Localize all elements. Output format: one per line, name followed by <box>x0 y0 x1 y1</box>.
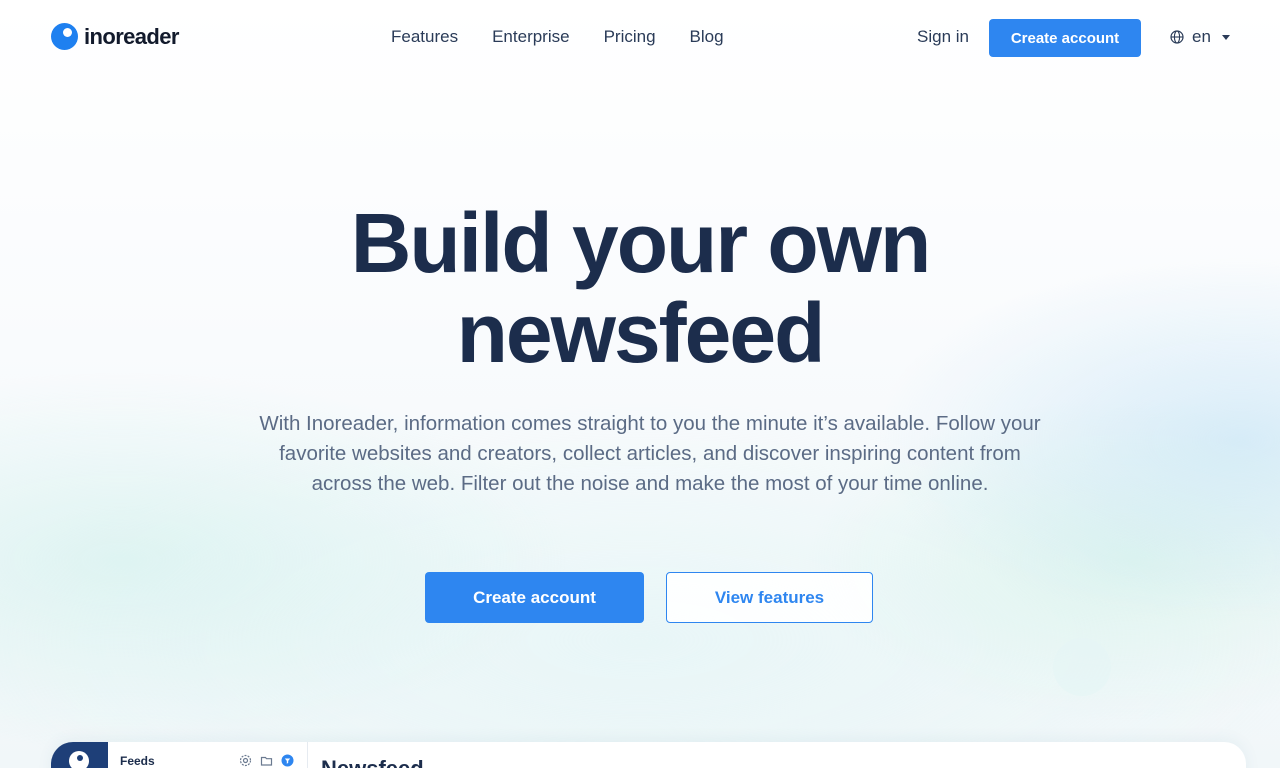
create-account-header-button[interactable]: Create account <box>989 19 1141 57</box>
nav-enterprise[interactable]: Enterprise <box>492 27 569 47</box>
inoreader-logo-icon <box>69 751 89 768</box>
create-account-button[interactable]: Create account <box>425 572 644 623</box>
nav-features[interactable]: Features <box>391 27 458 47</box>
decorative-bubble <box>1053 638 1111 696</box>
settings-icon <box>239 754 252 768</box>
app-preview: Feeds Newsfeed <box>51 742 1246 768</box>
filter-icon <box>281 754 294 768</box>
inoreader-logo-icon <box>51 23 78 50</box>
globe-icon <box>1170 30 1184 44</box>
preview-toolbar-icons <box>239 754 302 768</box>
hero-title: Build your own newsfeed <box>240 198 1040 378</box>
nav-pricing[interactable]: Pricing <box>604 27 656 47</box>
site-header: inoreader Features Enterprise Pricing Bl… <box>0 0 1280 76</box>
nav-blog[interactable]: Blog <box>690 27 724 47</box>
chevron-down-icon <box>1221 34 1230 40</box>
language-label: en <box>1192 27 1211 46</box>
preview-newsfeed-title: Newsfeed <box>321 756 424 768</box>
folder-icon <box>260 754 273 768</box>
logo-text: inoreader <box>84 23 179 49</box>
main-nav: Features Enterprise Pricing Blog <box>391 27 758 47</box>
preview-feeds-label: Feeds <box>120 754 155 768</box>
logo[interactable]: inoreader <box>51 23 179 50</box>
hero-title-line-2: newsfeed <box>456 286 826 380</box>
hero-subtitle: With Inoreader, information comes straig… <box>259 412 1041 495</box>
view-features-button[interactable]: View features <box>666 572 873 623</box>
preview-sidebar-rail <box>51 742 108 768</box>
language-selector[interactable]: en <box>1170 27 1230 47</box>
hero-title-line-1: Build your own <box>350 196 932 290</box>
preview-divider <box>307 742 308 768</box>
sign-in-link[interactable]: Sign in <box>917 27 969 47</box>
